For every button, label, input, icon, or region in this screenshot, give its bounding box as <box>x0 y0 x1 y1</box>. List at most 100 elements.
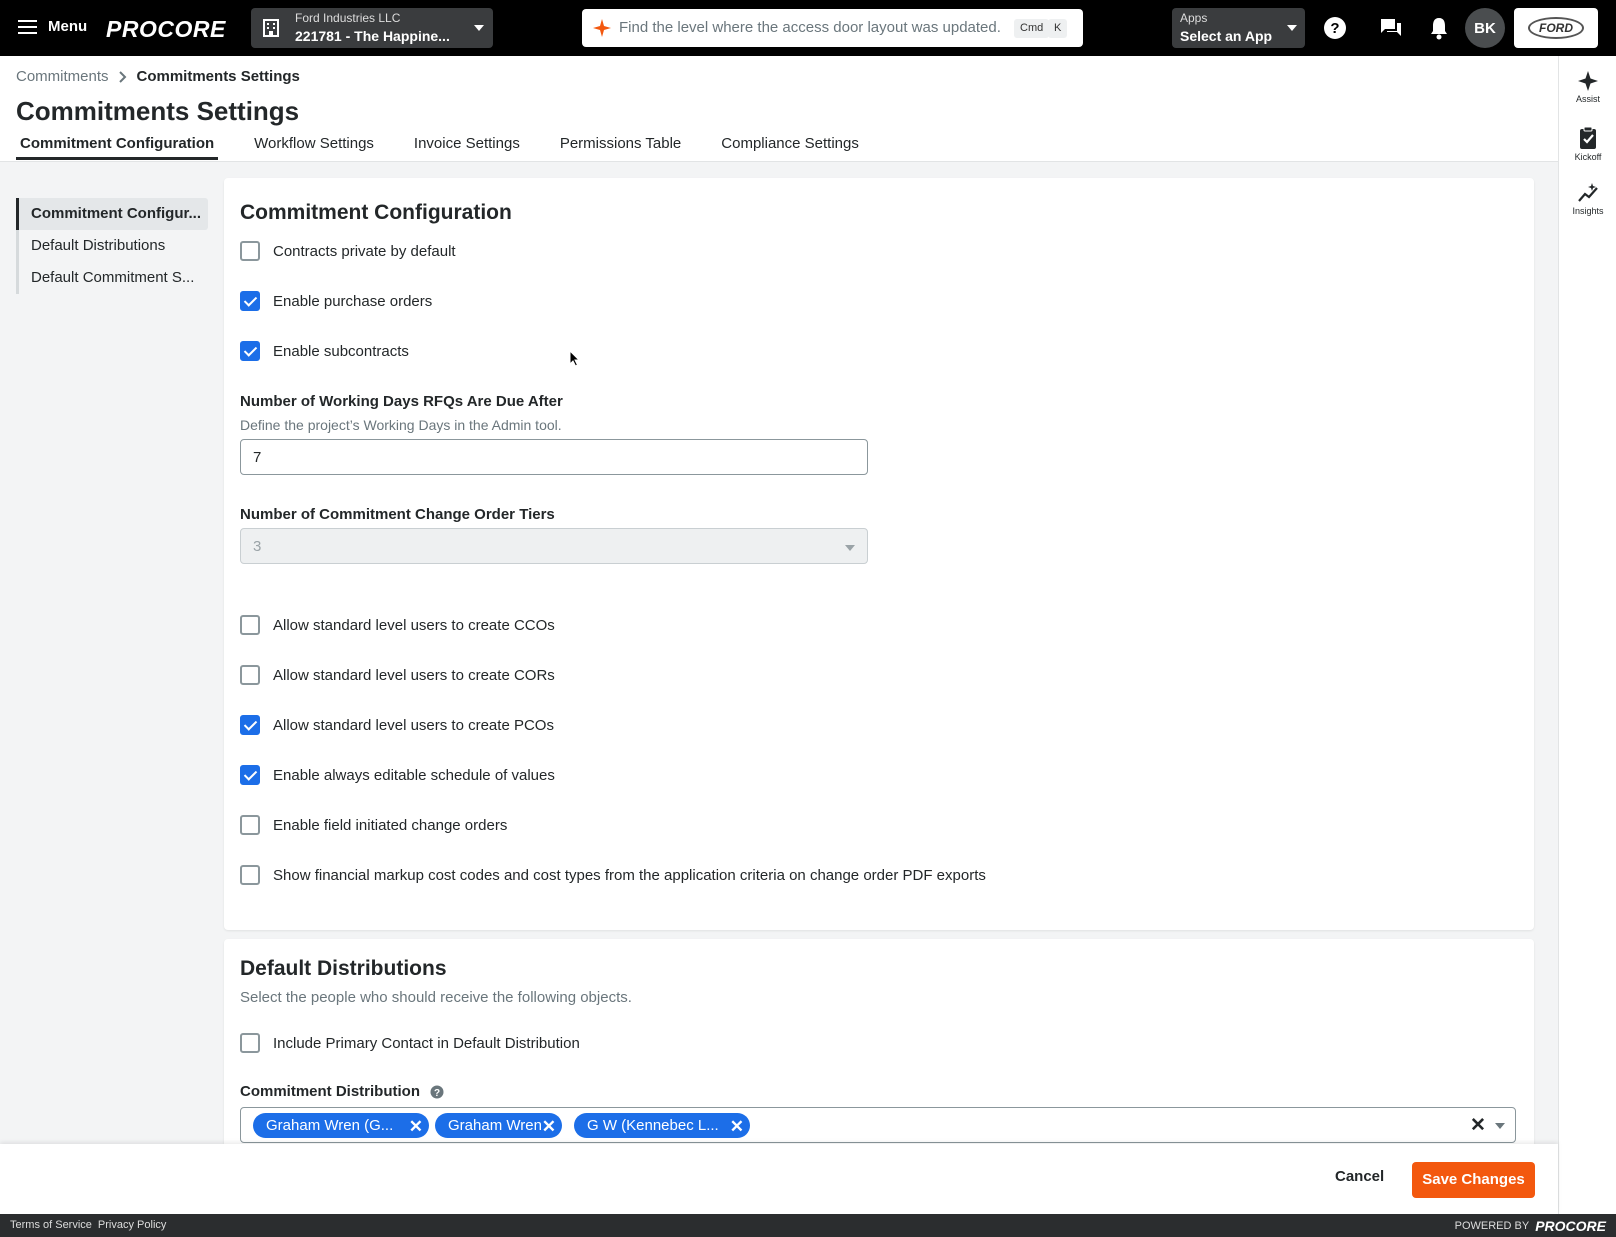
tab-commitment-configuration[interactable]: Commitment Configuration <box>16 132 219 160</box>
checkbox[interactable] <box>240 241 260 261</box>
clipboard-check-icon <box>1580 126 1596 149</box>
assist-icon <box>1578 71 1598 91</box>
building-icon <box>263 19 279 37</box>
checkbox[interactable] <box>240 865 260 885</box>
enable-subcontracts-checkbox[interactable]: Enable subcontracts <box>240 341 409 361</box>
shortcut-key-k: K <box>1048 19 1068 38</box>
chevron-right-icon <box>118 70 126 83</box>
kickoff-button[interactable]: Kickoff <box>1559 126 1616 162</box>
chevron-down-icon[interactable] <box>1495 1123 1505 1129</box>
company-logo[interactable]: FORD <box>1514 8 1598 48</box>
section-title: Commitment Configuration <box>240 201 512 224</box>
remove-chip-icon[interactable]: ✕ <box>409 1114 423 1139</box>
notification-bell-icon[interactable] <box>1429 16 1449 40</box>
company-name: Ford Industries LLC <box>295 11 401 25</box>
shortcut-key-cmd: Cmd <box>1014 19 1050 38</box>
checkbox[interactable] <box>240 615 260 635</box>
checkbox-label: Allow standard level users to create CCO… <box>273 616 555 634</box>
checkbox[interactable] <box>240 341 260 361</box>
allow-cors-checkbox[interactable]: Allow standard level users to create COR… <box>240 665 555 685</box>
checkbox[interactable] <box>240 765 260 785</box>
section-nav-commitment-configuration[interactable]: Commitment Configur... <box>16 198 208 230</box>
search-input[interactable]: Find the level where the access door lay… <box>582 9 1083 47</box>
chat-icon[interactable] <box>1380 18 1402 38</box>
tab-invoice-settings[interactable]: Invoice Settings <box>410 132 524 160</box>
terms-link[interactable]: Terms of Service <box>10 1219 92 1231</box>
section-nav-default-commitment-settings[interactable]: Default Commitment S... <box>16 262 208 294</box>
checkbox-label: Include Primary Contact in Default Distr… <box>273 1034 580 1052</box>
checkbox[interactable] <box>240 815 260 835</box>
distributions-help: Select the people who should receive the… <box>240 989 632 1006</box>
distribution-chip: G W (Kennebec L... ✕ <box>574 1113 750 1138</box>
checkbox-label: Allow standard level users to create PCO… <box>273 716 554 734</box>
allow-pcos-checkbox[interactable]: Allow standard level users to create PCO… <box>240 715 554 735</box>
enable-purchase-orders-checkbox[interactable]: Enable purchase orders <box>240 291 432 311</box>
commitment-configuration-card: Commitment Configuration Contracts priva… <box>224 178 1534 930</box>
assist-button[interactable]: Assist <box>1559 70 1616 104</box>
tab-compliance-settings[interactable]: Compliance Settings <box>717 132 863 160</box>
page-header: Commitments Commitments Settings Commitm… <box>0 56 1558 162</box>
legal-footer: Terms of Service Privacy Policy POWERED B… <box>0 1214 1616 1237</box>
rfq-days-help: Define the project’s Working Days in the… <box>240 417 562 433</box>
remove-chip-icon[interactable]: ✕ <box>542 1114 556 1139</box>
help-icon[interactable]: ? <box>1323 16 1347 40</box>
financial-markup-checkbox[interactable]: Show financial markup cost codes and cos… <box>240 865 986 885</box>
contracts-private-checkbox[interactable]: Contracts private by default <box>240 241 456 261</box>
checkbox-label: Enable always editable schedule of value… <box>273 766 555 784</box>
commitment-distribution-label-text: Commitment Distribution <box>240 1083 420 1100</box>
chip-label: Graham Wren <box>448 1117 542 1134</box>
project-selector[interactable]: Ford Industries LLC 221781 - The Happine… <box>251 8 493 48</box>
allow-ccos-checkbox[interactable]: Allow standard level users to create CCO… <box>240 615 555 635</box>
mouse-cursor-icon <box>569 350 580 367</box>
co-tiers-value: 3 <box>253 538 262 555</box>
co-tiers-label: Number of Commitment Change Order Tiers <box>240 506 555 523</box>
commitment-distribution-label: Commitment Distribution ? <box>240 1083 444 1100</box>
section-title: Default Distributions <box>240 957 447 980</box>
procore-footer-logo: PROCORE <box>1535 1218 1606 1234</box>
remove-chip-icon[interactable]: ✕ <box>730 1114 744 1139</box>
checkbox[interactable] <box>240 715 260 735</box>
privacy-link[interactable]: Privacy Policy <box>98 1219 166 1231</box>
insights-button[interactable]: Insights <box>1559 182 1616 216</box>
include-primary-contact-checkbox[interactable]: Include Primary Contact in Default Distr… <box>240 1033 580 1053</box>
distribution-chip: Graham Wren ✕ <box>435 1113 562 1138</box>
co-tiers-select[interactable]: 3 <box>240 528 868 564</box>
chevron-down-icon <box>474 25 484 31</box>
chevron-down-icon <box>1287 25 1297 31</box>
distribution-chip: Graham Wren (G... ✕ <box>253 1113 429 1138</box>
breadcrumb-commitments-link[interactable]: Commitments <box>16 68 109 85</box>
settings-tabs: Commitment Configuration Workflow Settin… <box>16 132 863 160</box>
save-changes-button[interactable]: Save Changes <box>1412 1162 1535 1198</box>
user-avatar[interactable]: BK <box>1465 8 1505 48</box>
help-circle-icon[interactable]: ? <box>430 1085 444 1099</box>
chip-label: G W (Kennebec L... <box>587 1117 719 1134</box>
rfq-days-input[interactable]: 7 <box>240 439 868 475</box>
section-nav: Commitment Configur... Default Distribut… <box>16 198 208 294</box>
clear-all-icon[interactable]: ✕ <box>1470 1114 1486 1137</box>
editable-sov-checkbox[interactable]: Enable always editable schedule of value… <box>240 765 555 785</box>
section-nav-default-distributions[interactable]: Default Distributions <box>16 230 208 262</box>
field-initiated-co-checkbox[interactable]: Enable field initiated change orders <box>240 815 507 835</box>
checkbox[interactable] <box>240 665 260 685</box>
tab-workflow-settings[interactable]: Workflow Settings <box>250 132 378 160</box>
app-selector[interactable]: Apps Select an App <box>1172 8 1305 48</box>
commitment-distribution-multiselect[interactable]: Graham Wren (G... ✕ Graham Wren ✕ G W (Ken… <box>240 1107 1516 1143</box>
apps-value: Select an App <box>1180 28 1273 44</box>
assist-spark-icon <box>593 19 611 37</box>
breadcrumb: Commitments Commitments Settings <box>16 68 300 85</box>
checkbox-label: Enable field initiated change orders <box>273 816 508 834</box>
powered-by-text: POWERED BY <box>1454 1220 1530 1232</box>
right-tool-rail: Assist Kickoff Insights <box>1558 56 1616 1214</box>
hamburger-icon <box>18 19 37 34</box>
procore-logo[interactable]: PROCORE <box>106 16 226 43</box>
rfq-days-label: Number of Working Days RFQs Are Due Afte… <box>240 393 563 410</box>
chevron-down-icon <box>845 545 855 551</box>
tab-permissions-table[interactable]: Permissions Table <box>556 132 685 160</box>
menu-button[interactable]: Menu <box>18 18 87 35</box>
cancel-button[interactable]: Cancel <box>1335 1168 1384 1185</box>
checkbox-label: Enable subcontracts <box>273 342 409 360</box>
checkbox[interactable] <box>240 1033 260 1053</box>
checkbox[interactable] <box>240 291 260 311</box>
menu-label: Menu <box>48 18 88 35</box>
chip-label: Graham Wren (G... <box>266 1117 394 1134</box>
